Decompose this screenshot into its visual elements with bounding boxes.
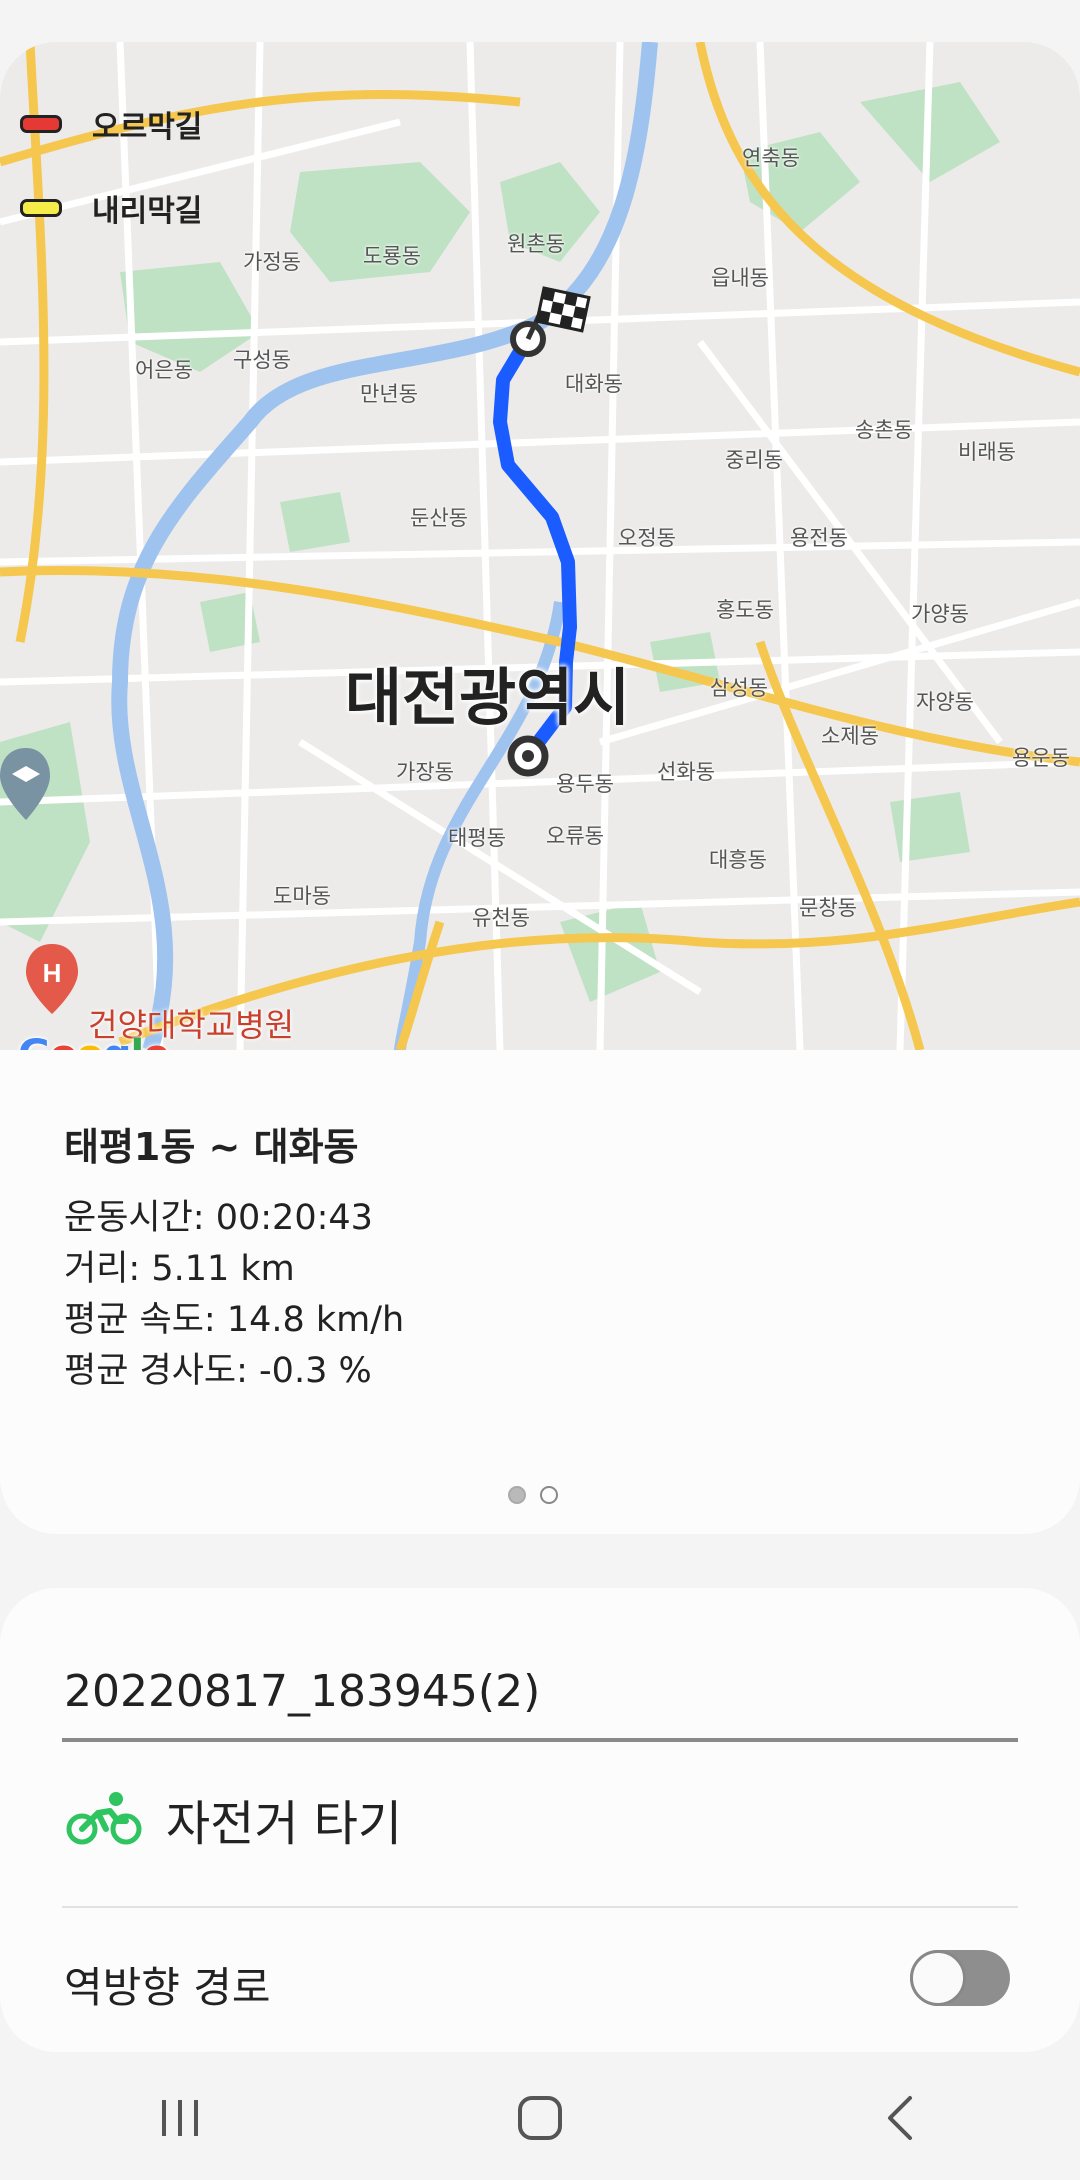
city-label: 대전광역시 xyxy=(345,661,631,734)
route-title: 태평1동 ~ 대화동 xyxy=(64,1125,359,1169)
legend-label: 내리막길 xyxy=(92,194,203,229)
duration-stat: 운동시간: 00:20:43 xyxy=(64,1198,373,1238)
distance-stat: 거리: 5.11 km xyxy=(64,1249,295,1289)
activity-type-row[interactable]: 자전거 타기 xyxy=(66,1784,402,1854)
reverse-route-toggle[interactable] xyxy=(910,1950,1010,2006)
reverse-route-label: 역방향 경로 xyxy=(64,1963,271,2012)
slope-legend: 오르막길 내리막길 xyxy=(20,82,202,250)
recent-apps-button[interactable] xyxy=(120,2068,240,2168)
district-label: 가장동 xyxy=(396,760,454,784)
district-label: 선화동 xyxy=(657,760,715,784)
district-label: 가정동 xyxy=(243,250,301,274)
district-label: 용운동 xyxy=(1012,746,1070,770)
route-summary: 태평1동 ~ 대화동 운동시간: 00:20:43 거리: 5.11 km 평균… xyxy=(64,1116,404,1397)
back-icon xyxy=(888,2096,912,2140)
record-name-input[interactable]: 20220817_183945(2) xyxy=(64,1666,1016,1717)
record-card: 20220817_183945(2) 자전거 타기 역방향 경로 xyxy=(0,1588,1080,2052)
back-button[interactable] xyxy=(840,2068,960,2168)
route-card: H 오르막길 내리막길 연축동 가정동 도룡동 원촌동 읍내동 어은동 구성동 … xyxy=(0,42,1080,1534)
legend-uphill: 오르막길 xyxy=(20,82,202,166)
district-label: 연축동 xyxy=(742,146,800,170)
district-label: 송촌동 xyxy=(855,418,913,442)
uphill-swatch xyxy=(20,115,62,133)
legend-label: 오르막길 xyxy=(92,110,203,145)
district-label: 홍도동 xyxy=(716,598,774,622)
avg-slope-stat: 평균 경사도: -0.3 % xyxy=(64,1351,372,1391)
start-marker xyxy=(507,735,549,777)
district-label: 소제동 xyxy=(821,724,879,748)
district-label: 대흥동 xyxy=(709,848,767,872)
svg-text:H: H xyxy=(43,958,62,988)
district-label: 태평동 xyxy=(448,826,506,850)
park-area xyxy=(890,792,970,862)
recent-apps-icon xyxy=(162,2100,198,2136)
google-logo: Google xyxy=(18,1032,170,1050)
district-label: 가양동 xyxy=(911,602,969,626)
avg-speed-stat: 평균 속도: 14.8 km/h xyxy=(64,1300,405,1340)
district-label: 용두동 xyxy=(556,772,614,796)
home-icon xyxy=(518,2096,562,2140)
district-label: 중리동 xyxy=(725,448,783,472)
district-label: 비래동 xyxy=(958,440,1016,464)
toggle-knob xyxy=(910,1950,966,2006)
district-label: 자양동 xyxy=(916,690,974,714)
bicycle-icon xyxy=(66,1792,142,1845)
hospital-pin-icon: H xyxy=(26,944,78,1014)
district-label: 구성동 xyxy=(233,348,291,372)
navigation-bar xyxy=(0,2056,1080,2180)
home-button[interactable] xyxy=(480,2068,600,2168)
district-label: 읍내동 xyxy=(711,266,769,290)
legend-downhill: 내리막길 xyxy=(20,166,202,250)
page-indicator[interactable] xyxy=(508,1486,558,1504)
district-label: 오류동 xyxy=(546,824,604,848)
district-label: 대화동 xyxy=(565,372,623,396)
district-label: 문창동 xyxy=(799,896,857,920)
district-label: 어은동 xyxy=(135,358,193,382)
district-label: 용전동 xyxy=(790,526,848,550)
activity-label: 자전거 타기 xyxy=(166,1796,403,1852)
park-area xyxy=(280,492,350,552)
district-label: 삼성동 xyxy=(710,676,768,700)
district-label: 원촌동 xyxy=(507,232,565,256)
district-label: 만년동 xyxy=(360,382,418,406)
district-label: 도마동 xyxy=(273,884,331,908)
district-label: 도룡동 xyxy=(363,244,421,268)
record-name-underline xyxy=(62,1738,1018,1742)
district-label: 오정동 xyxy=(618,526,676,550)
route-map[interactable]: H 오르막길 내리막길 연축동 가정동 도룡동 원촌동 읍내동 어은동 구성동 … xyxy=(0,42,1080,1050)
downhill-swatch xyxy=(20,199,62,217)
district-label: 유천동 xyxy=(472,906,530,930)
divider xyxy=(62,1906,1018,1908)
district-label: 둔산동 xyxy=(410,506,468,530)
page-dot-1[interactable] xyxy=(508,1486,526,1504)
page-dot-2[interactable] xyxy=(540,1486,558,1504)
